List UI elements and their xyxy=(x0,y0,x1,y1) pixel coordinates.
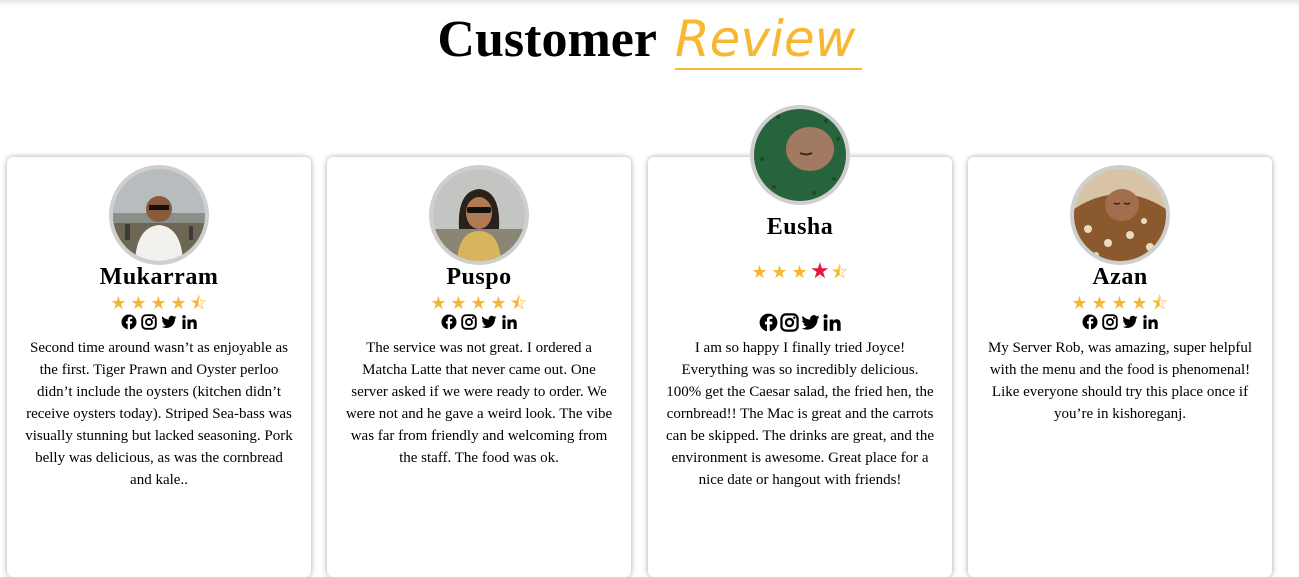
facebook-icon[interactable] xyxy=(759,313,778,332)
star-icon[interactable]: ★ xyxy=(449,293,469,314)
facebook-icon[interactable] xyxy=(121,314,137,330)
star-rating: ★★★★⯪ xyxy=(648,259,952,290)
linkedin-icon[interactable] xyxy=(181,314,197,330)
review-card-mukarram: Mukarram ★ ★ ★ ★ ⯪ Second time around wasn’t… xyxy=(7,157,311,577)
reviewer-name: Puspo xyxy=(446,264,512,290)
star-icon[interactable]: ★ xyxy=(1130,293,1150,314)
star-icon-highlighted[interactable]: ★ xyxy=(810,259,830,284)
review-card-azan: Azan ★ ★ ★ ★ ⯪ My Server Rob, was amazing, s… xyxy=(968,157,1272,577)
review-card-puspo: Puspo ★ ★ ★ ★ ⯪ The service was not great. I… xyxy=(327,157,631,577)
star-icon[interactable]: ★ xyxy=(129,293,149,314)
avatar xyxy=(750,105,850,205)
instagram-icon[interactable] xyxy=(141,314,157,330)
avatar xyxy=(1070,165,1170,265)
star-icon[interactable]: ★ xyxy=(469,293,489,314)
review-text: My Server Rob, was amazing, super helpfu… xyxy=(987,340,1253,422)
review-text: I am so happy I finally tried Joyce! Eve… xyxy=(666,340,934,488)
review-text: The service was not great. I ordered a M… xyxy=(345,340,613,466)
linkedin-icon[interactable] xyxy=(501,314,517,330)
review-text: Second time around wasn’t as enjoyable a… xyxy=(25,340,293,488)
star-icon[interactable]: ★ xyxy=(109,293,129,314)
twitter-icon[interactable] xyxy=(801,313,820,332)
star-half-icon[interactable]: ⯪ xyxy=(830,260,850,290)
linkedin-icon[interactable] xyxy=(1142,314,1158,330)
social-links xyxy=(7,314,311,330)
reviewer-name: Mukarram xyxy=(99,264,219,290)
linkedin-icon[interactable] xyxy=(822,313,841,332)
facebook-icon[interactable] xyxy=(1082,314,1098,330)
social-links xyxy=(327,314,631,330)
review-card-eusha: Eusha ★ ★ ★★⯪ I am so happy I finally trie… xyxy=(648,105,952,577)
social-links xyxy=(648,313,952,332)
twitter-icon[interactable] xyxy=(1122,314,1138,330)
instagram-icon[interactable] xyxy=(1102,314,1118,330)
star-icon[interactable]: ★ xyxy=(1090,293,1110,314)
star-icon[interactable]: ★ xyxy=(169,293,189,314)
star-icon[interactable]: ★ xyxy=(149,293,169,314)
social-links xyxy=(968,314,1272,330)
star-icon[interactable]: ★ xyxy=(1070,293,1090,314)
star-icon[interactable]: ★ xyxy=(1110,293,1130,314)
top-shadow xyxy=(0,0,1299,6)
star-icon[interactable]: ★ xyxy=(489,293,509,314)
avatar xyxy=(109,165,209,265)
page-title: Customer Review xyxy=(0,10,1299,70)
instagram-icon[interactable] xyxy=(780,313,799,332)
star-icon[interactable]: ★ xyxy=(770,262,790,283)
reviewer-name: Azan xyxy=(1092,264,1148,290)
star-icon[interactable]: ★ xyxy=(790,262,810,283)
title-main: Customer xyxy=(437,11,657,68)
twitter-icon[interactable] xyxy=(481,314,497,330)
facebook-icon[interactable] xyxy=(441,314,457,330)
twitter-icon[interactable] xyxy=(161,314,177,330)
star-icon[interactable]: ★ xyxy=(750,262,770,283)
title-accent: Review xyxy=(674,10,862,70)
reviewer-name: Eusha xyxy=(766,214,834,240)
instagram-icon[interactable] xyxy=(461,314,477,330)
avatar xyxy=(429,165,529,265)
star-icon[interactable]: ★ xyxy=(429,293,449,314)
